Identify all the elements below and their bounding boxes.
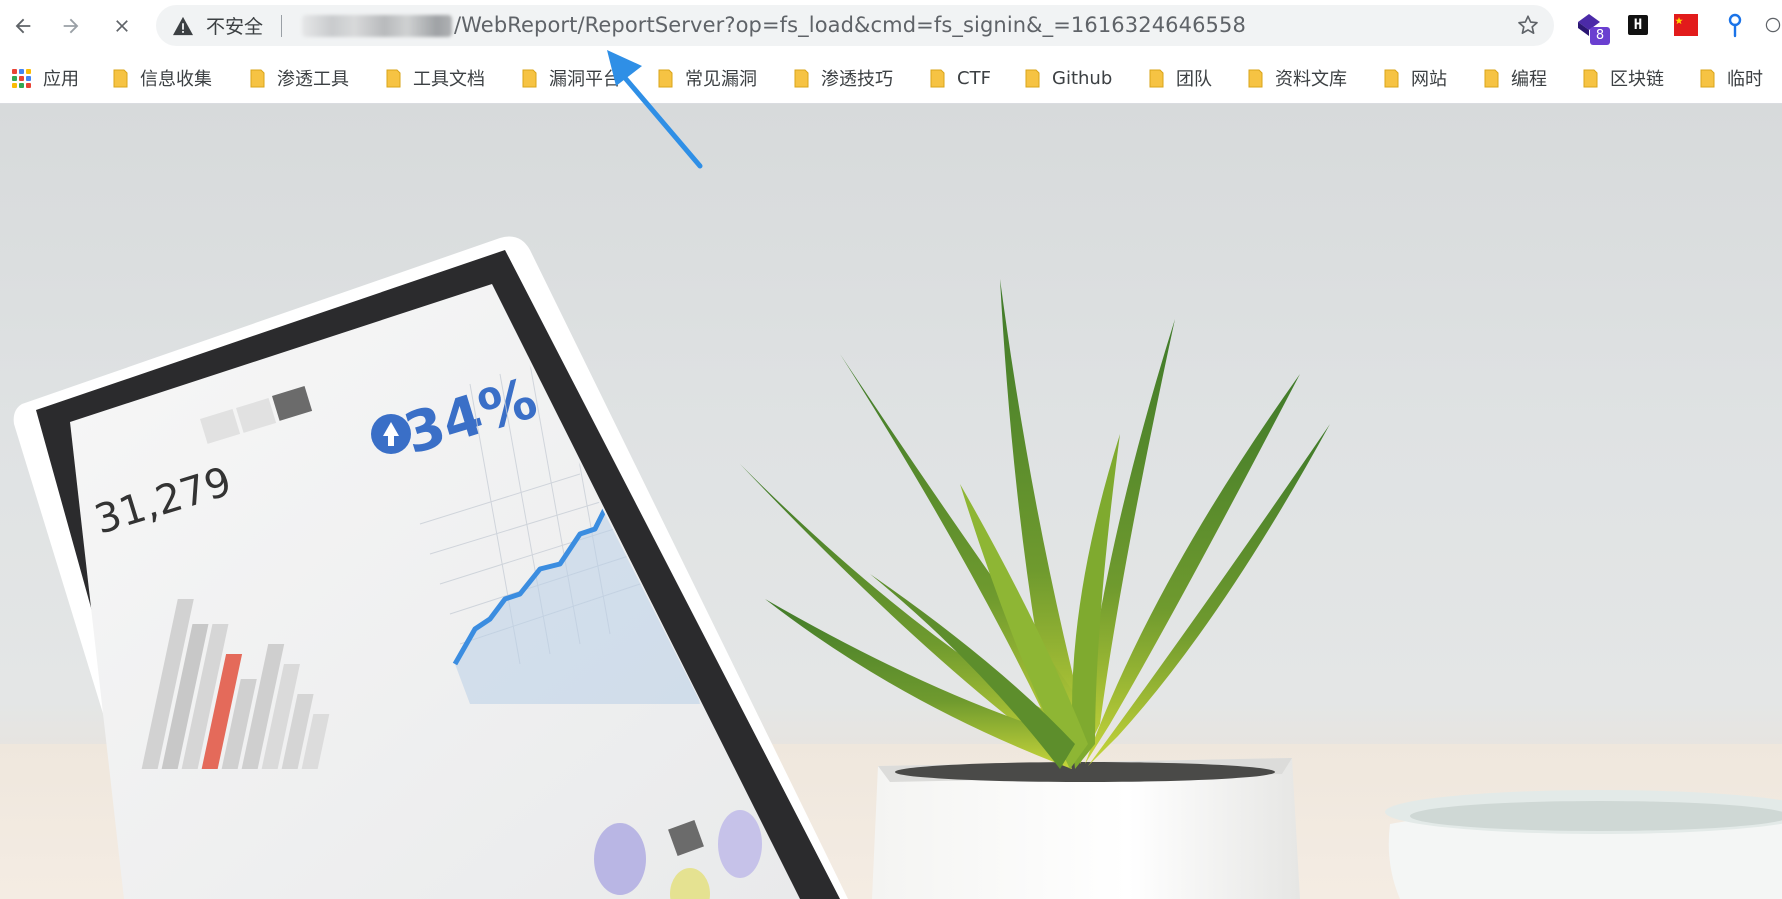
- extension-h-button[interactable]: H: [1621, 8, 1655, 42]
- star-icon: [1518, 15, 1538, 34]
- extension-location-icon: [1728, 13, 1742, 38]
- extension-china-flag-icon: [1674, 14, 1698, 36]
- bookmark-folder[interactable]: 临时: [1700, 52, 1763, 104]
- bookmarks-bar: 应用 信息收集 渗透工具 工具文档 漏洞平台 常见漏洞 渗透技巧 CTF Git…: [0, 52, 1782, 104]
- warning-triangle-icon: [173, 16, 193, 35]
- folder-icon: [1149, 69, 1164, 87]
- folder-icon: [1484, 69, 1499, 87]
- bookmark-label: 常见漏洞: [685, 69, 757, 90]
- folder-icon: [1384, 69, 1399, 87]
- folder-icon: [386, 69, 401, 87]
- bookmark-folder[interactable]: 工具文档: [386, 52, 485, 104]
- folder-icon: [1248, 69, 1263, 87]
- folder-icon: [522, 69, 537, 87]
- extension-h-icon: H: [1628, 15, 1648, 35]
- bookmark-label: 网站: [1411, 69, 1447, 90]
- extension-flag-button[interactable]: [1669, 8, 1703, 42]
- bookmark-apps[interactable]: 应用: [12, 52, 79, 104]
- back-button[interactable]: [7, 10, 39, 42]
- close-icon: [116, 20, 128, 32]
- folder-icon: [1583, 69, 1598, 87]
- extension-purple-button[interactable]: 8: [1572, 8, 1610, 45]
- url-path: /WebReport/ReportServer?op=fs_load&cmd=f…: [454, 13, 1246, 37]
- folder-icon: [1025, 69, 1040, 87]
- login-background-image: 31,279 34%: [0, 104, 1782, 899]
- folder-icon: [930, 69, 945, 87]
- extension-partial-button[interactable]: [1764, 8, 1782, 42]
- folder-icon: [250, 69, 265, 87]
- folder-icon: [1700, 69, 1715, 87]
- bookmark-label: 临时: [1727, 69, 1763, 90]
- browser-toolbar: 不安全 /WebReport/ReportServer?op=fs_load&c…: [0, 0, 1782, 52]
- bookmark-label: 工具文档: [413, 69, 485, 90]
- security-indicator[interactable]: 不安全: [172, 5, 283, 46]
- bookmark-folder[interactable]: 编程: [1484, 52, 1547, 104]
- arrow-left-icon: [15, 18, 31, 34]
- bookmark-folder[interactable]: 区块链: [1583, 52, 1664, 104]
- extension-partial-icon: [1765, 17, 1781, 33]
- bookmark-folder[interactable]: Github: [1025, 52, 1112, 104]
- folder-icon: [658, 69, 673, 87]
- apps-grid-icon: [12, 68, 31, 88]
- extension-badge: 8: [1590, 27, 1610, 45]
- security-label: 不安全: [206, 16, 264, 38]
- bookmark-label: 信息收集: [140, 69, 212, 90]
- aloe-plant: [740, 279, 1330, 769]
- arrow-right-icon: [63, 18, 79, 34]
- plant-pot: [872, 758, 1300, 899]
- stop-loading-button[interactable]: [106, 10, 138, 42]
- bookmark-label: Github: [1052, 67, 1113, 89]
- bookmark-folder[interactable]: 网站: [1384, 52, 1447, 104]
- bookmark-label: 渗透技巧: [821, 69, 893, 90]
- bookmark-label: CTF: [957, 67, 991, 89]
- address-bar[interactable]: 不安全 /WebReport/ReportServer?op=fs_load&c…: [156, 5, 1554, 46]
- bookmark-label: 团队: [1176, 69, 1212, 90]
- extension-location-button[interactable]: [1718, 8, 1752, 42]
- bookmark-label: 区块链: [1610, 69, 1664, 90]
- mug: [1385, 790, 1782, 899]
- bookmark-label: 漏洞平台: [549, 69, 621, 90]
- forward-button[interactable]: [55, 10, 87, 42]
- folder-icon: [794, 69, 809, 87]
- bookmark-folder[interactable]: 漏洞平台: [522, 52, 621, 104]
- divider: [281, 14, 283, 37]
- bookmark-star-button[interactable]: [1512, 9, 1544, 41]
- redacted-host: [302, 15, 452, 37]
- bookmark-folder[interactable]: 信息收集: [113, 52, 212, 104]
- folder-icon: [113, 69, 128, 87]
- bookmark-label: 渗透工具: [277, 69, 349, 90]
- laptop: 31,279 34%: [13, 236, 848, 899]
- bookmark-folder[interactable]: 渗透工具: [250, 52, 349, 104]
- bookmark-folder[interactable]: 团队: [1149, 52, 1212, 104]
- url-text[interactable]: /WebReport/ReportServer?op=fs_load&cmd=f…: [302, 5, 1246, 46]
- bookmark-apps-label: 应用: [43, 69, 79, 90]
- bookmark-folder[interactable]: 常见漏洞: [658, 52, 757, 104]
- background-photo: 31,279 34%: [0, 236, 1782, 899]
- bookmark-folder[interactable]: 资料文库: [1248, 52, 1347, 104]
- bookmark-label: 资料文库: [1275, 69, 1347, 90]
- bookmark-label: 编程: [1511, 69, 1547, 90]
- bookmark-folder[interactable]: CTF: [930, 52, 991, 104]
- bookmark-folder[interactable]: 渗透技巧: [794, 52, 893, 104]
